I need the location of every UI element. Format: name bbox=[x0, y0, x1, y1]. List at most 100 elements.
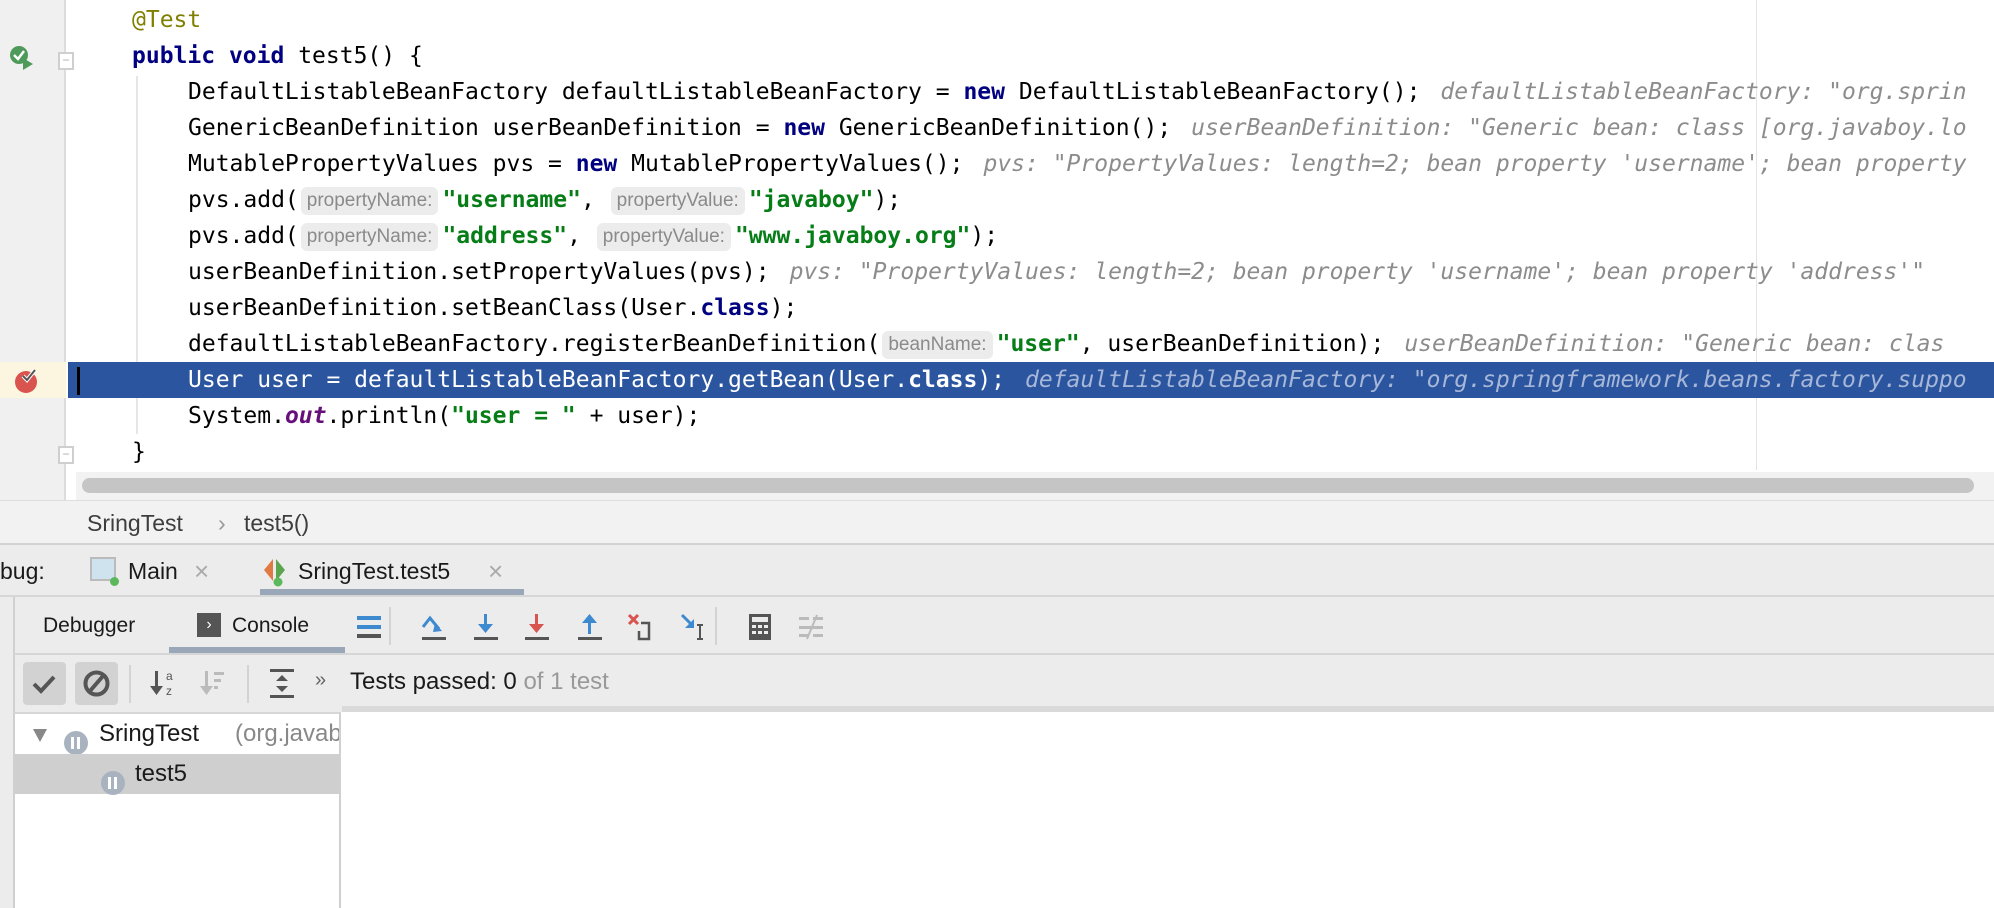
code-token: ); bbox=[769, 295, 798, 321]
keyword: new bbox=[783, 115, 825, 141]
code-token: User user = defaultListableBeanFactory.g… bbox=[188, 367, 909, 393]
code-token: } bbox=[132, 439, 146, 465]
code-text: DefaultListableBeanFactory defaultListab… bbox=[188, 74, 1967, 110]
code-token: DefaultListableBeanFactory(); bbox=[1005, 79, 1421, 105]
code-line[interactable]: System.out.println("user = " + user); bbox=[0, 398, 1994, 434]
code-line[interactable]: pvs.add(propertyName: "address", property… bbox=[0, 218, 1994, 254]
expand-all-icon[interactable] bbox=[269, 668, 297, 698]
show-ignored-toggle[interactable] bbox=[75, 662, 118, 705]
code-token: userBeanDefinition.setPropertyValues(pvs… bbox=[188, 259, 770, 285]
code-token: ); bbox=[977, 367, 1006, 393]
force-step-into-icon[interactable] bbox=[523, 613, 551, 641]
text-caret bbox=[77, 367, 80, 395]
active-tab-underline bbox=[169, 647, 345, 653]
run-to-cursor-icon[interactable] bbox=[680, 613, 708, 641]
code-text: public void test5() { bbox=[132, 38, 423, 74]
code-line[interactable]: @Test bbox=[0, 2, 1994, 38]
trace-stream-icon[interactable] bbox=[798, 613, 826, 641]
tab-sringtest-test5[interactable]: SringTest.test5 × bbox=[236, 545, 524, 595]
sort-alphabetically-icon[interactable]: az bbox=[149, 669, 177, 698]
code-token: ); bbox=[970, 223, 999, 249]
string-literal: "username" bbox=[442, 187, 581, 213]
string-literal: "javaboy" bbox=[748, 187, 874, 213]
close-icon[interactable]: × bbox=[194, 556, 209, 587]
more-actions-button[interactable]: » bbox=[315, 669, 326, 692]
paused-status-icon bbox=[64, 730, 88, 754]
ignored-icon bbox=[83, 670, 110, 697]
breadcrumb-class[interactable]: SringTest bbox=[87, 510, 183, 537]
inline-debug-value: pvs: "PropertyValues: length=2; bean pro… bbox=[983, 151, 1967, 177]
total-count: of 1 test bbox=[516, 668, 609, 695]
breakpoint-icon[interactable] bbox=[13, 367, 41, 395]
breadcrumb-method[interactable]: test5() bbox=[244, 510, 309, 537]
code-text: User user = defaultListableBeanFactory.g… bbox=[188, 362, 1967, 398]
code-token: pvs.add( bbox=[188, 223, 299, 249]
run-test-icon[interactable] bbox=[8, 44, 36, 72]
step-over-icon[interactable] bbox=[420, 613, 448, 641]
breadcrumb-separator: › bbox=[218, 510, 226, 536]
code-token: defaultListableBeanFactory.registerBeanD… bbox=[188, 331, 881, 357]
tab-console-label: Console bbox=[232, 614, 310, 637]
string-literal: "www.javaboy.org" bbox=[734, 223, 971, 249]
tab-console[interactable]: › Console bbox=[169, 597, 345, 653]
code-editor[interactable]: @Test public void test5() {DefaultListabl… bbox=[0, 0, 1994, 500]
tab-main[interactable]: Main × bbox=[88, 545, 228, 595]
toolbar-separator bbox=[247, 665, 249, 703]
horizontal-scrollbar-thumb[interactable] bbox=[82, 478, 1974, 493]
inline-debug-value: userBeanDefinition: "Generic bean: class… bbox=[1191, 115, 1967, 141]
code-token: GenericBeanDefinition userBeanDefinition… bbox=[188, 115, 784, 141]
test-tree[interactable]: SringTest (org.javab test5 bbox=[13, 712, 341, 908]
tab-debugger[interactable]: Debugger bbox=[43, 614, 135, 638]
code-token: MutablePropertyValues(); bbox=[617, 151, 964, 177]
code-line[interactable]: defaultListableBeanFactory.registerBeanD… bbox=[0, 326, 1994, 362]
tab-test-label: SringTest.test5 bbox=[298, 558, 451, 584]
expand-triangle-icon[interactable] bbox=[33, 729, 47, 742]
code-line[interactable]: DefaultListableBeanFactory defaultListab… bbox=[0, 74, 1994, 110]
keyword: class bbox=[700, 295, 770, 321]
status-label: Tests passed: bbox=[350, 668, 504, 695]
code-line[interactable]: GenericBeanDefinition userBeanDefinition… bbox=[0, 110, 1994, 146]
test-status: Tests passed: 0 of 1 test bbox=[350, 668, 609, 696]
close-icon[interactable]: × bbox=[488, 556, 503, 587]
code-text: userBeanDefinition.setPropertyValues(pvs… bbox=[188, 254, 1925, 290]
code-line[interactable]: } bbox=[0, 434, 1994, 470]
string-literal: "user" bbox=[996, 331, 1080, 357]
code-line[interactable]: MutablePropertyValues pvs = new MutableP… bbox=[0, 146, 1994, 182]
debug-label: bug: bbox=[0, 558, 45, 584]
test-method-name: test5 bbox=[135, 760, 188, 787]
code-token: System. bbox=[188, 403, 285, 429]
evaluate-expression-icon[interactable] bbox=[746, 613, 774, 641]
breadcrumb: SringTest › test5() bbox=[0, 500, 1994, 545]
keyword: public bbox=[132, 43, 216, 69]
code-text: System.out.println("user = " + user); bbox=[188, 398, 700, 434]
running-indicator-icon bbox=[110, 577, 119, 586]
test-class-package: (org.javab bbox=[235, 720, 339, 747]
code-token: , bbox=[580, 187, 609, 213]
code-token: GenericBeanDefinition(); bbox=[824, 115, 1172, 141]
show-passed-toggle[interactable] bbox=[23, 662, 66, 705]
step-into-icon[interactable] bbox=[472, 613, 500, 641]
inline-debug-value: pvs: "PropertyValues: length=2; bean pro… bbox=[789, 259, 1926, 285]
test-class-name: SringTest bbox=[99, 720, 200, 747]
code-token: ); bbox=[873, 187, 902, 213]
step-out-icon[interactable] bbox=[576, 613, 604, 641]
fold-collapse-icon[interactable]: − bbox=[58, 52, 74, 70]
code-line[interactable]: userBeanDefinition.setBeanClass(User.cla… bbox=[0, 290, 1994, 326]
fold-end-icon[interactable]: − bbox=[58, 446, 74, 464]
parameter-hint: propertyName: bbox=[300, 223, 439, 251]
console-output[interactable] bbox=[342, 706, 1994, 908]
code-line[interactable]: userBeanDefinition.setPropertyValues(pvs… bbox=[0, 254, 1994, 290]
drop-frame-icon[interactable] bbox=[627, 613, 655, 641]
tab-main-label: Main bbox=[128, 558, 178, 584]
code-token: .println( bbox=[326, 403, 452, 429]
string-literal: "address" bbox=[442, 223, 568, 249]
current-execution-line[interactable]: User user = defaultListableBeanFactory.g… bbox=[68, 362, 1994, 398]
tree-row-sringtest[interactable]: SringTest (org.javab bbox=[15, 714, 339, 754]
tree-row-test5[interactable]: test5 bbox=[15, 754, 339, 795]
sort-by-duration-icon[interactable] bbox=[199, 669, 227, 697]
toolbar-separator bbox=[715, 607, 717, 645]
layout-menu-icon[interactable] bbox=[356, 613, 384, 641]
code-line[interactable]: public void test5() { bbox=[0, 38, 1994, 74]
code-line[interactable]: pvs.add(propertyName: "username", propert… bbox=[0, 182, 1994, 218]
